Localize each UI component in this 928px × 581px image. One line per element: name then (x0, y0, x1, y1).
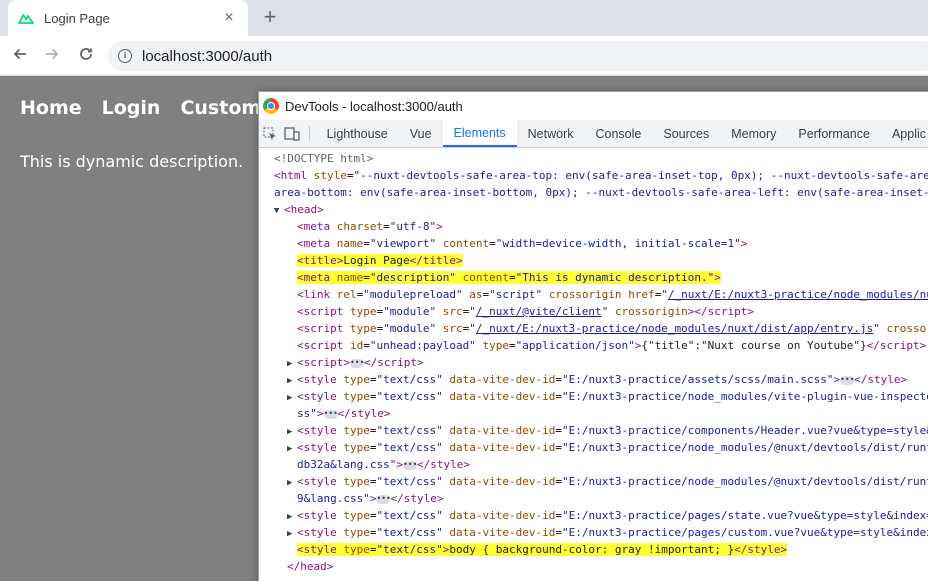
tab-strip: Login Page × + (0, 0, 928, 36)
dom-node-style-devtools-2-cont: 9&lang.css">•••</style> (297, 492, 444, 505)
address-bar[interactable]: i localhost:3000/auth (108, 41, 928, 71)
reload-icon[interactable] (74, 44, 98, 68)
url-text: localhost:3000/auth (142, 47, 273, 65)
dom-node-meta-viewport[interactable]: <meta name="viewport" content="width=dev… (259, 235, 928, 252)
dom-node-html-cont: area-bottom: env(safe-area-inset-bottom,… (274, 186, 928, 199)
dom-node-head[interactable]: ▼ <head> (259, 201, 928, 218)
dom-node-style-state[interactable]: ▶ <style type="text/css" data-vite-dev-id… (259, 507, 928, 524)
tab-title: Login Page (44, 10, 110, 26)
device-toolbar-icon[interactable] (281, 120, 303, 147)
tab-elements[interactable]: Elements (442, 120, 517, 147)
dom-node-meta-charset[interactable]: <meta charset="utf-8"> (259, 218, 928, 235)
close-tab-icon[interactable]: × (220, 9, 238, 27)
dom-node-head-close[interactable]: </head> (259, 558, 928, 575)
dom-node-link[interactable]: <link rel="modulepreload" as="script" cr… (259, 286, 928, 303)
dom-node-style-devtools-2[interactable]: ▶ <style type="text/css" data-vite-dev-id… (259, 473, 928, 490)
tab-performance[interactable]: Performance (787, 120, 881, 147)
browser-tab[interactable]: Login Page × (8, 0, 248, 36)
toolbar-divider (308, 126, 310, 141)
tab-lighthouse[interactable]: Lighthouse (316, 120, 399, 147)
site-nav: Home Login Custom (20, 97, 261, 119)
ellipsis-icon[interactable]: ••• (402, 460, 417, 470)
dom-node-style-devtools-1-cont: db32a&lang.css">•••</style> (297, 458, 470, 471)
dom-node-doctype[interactable]: <!DOCTYPE html> (259, 150, 928, 167)
tab-sources[interactable]: Sources (652, 120, 720, 147)
dom-node-style-inspector[interactable]: ▶ <style type="text/css" data-vite-dev-id… (259, 388, 928, 405)
page-description: This is dynamic description. (20, 152, 244, 171)
dom-node-style-body[interactable]: <style type="text/css">body { background… (259, 541, 928, 558)
browser-toolbar: i localhost:3000/auth (0, 36, 928, 76)
elements-tree: <!DOCTYPE html> <html style="--nuxt-devt… (259, 148, 928, 575)
tab-network[interactable]: Network (517, 120, 585, 147)
forward-arrow-icon[interactable] (40, 44, 64, 68)
site-info-icon[interactable]: i (118, 49, 132, 63)
dom-node-style-inspector-cont: ss">•••</style> (297, 407, 391, 420)
dom-node-script-collapsed[interactable]: ▶ <script>•••</script> (259, 354, 928, 371)
ellipsis-icon[interactable]: ••• (376, 494, 391, 504)
tab-memory[interactable]: Memory (720, 120, 787, 147)
dom-node-style-main[interactable]: ▶ <style type="text/css" data-vite-dev-id… (259, 371, 928, 388)
dom-node-html[interactable]: <html style="--nuxt-devtools-safe-area-t… (259, 167, 928, 184)
back-arrow-icon[interactable] (8, 44, 32, 68)
new-tab-button[interactable]: + (258, 6, 282, 30)
tab-application[interactable]: Applic (881, 120, 928, 147)
dom-node-script-payload[interactable]: <script id="unhead:payload" type="applic… (259, 337, 928, 354)
dom-node-style-header[interactable]: ▶ <style type="text/css" data-vite-dev-id… (259, 422, 928, 439)
chrome-logo-icon (263, 98, 279, 114)
devtools-window: DevTools - localhost:3000/auth Lighthous… (258, 91, 928, 581)
dom-node-script-entry[interactable]: <script type="module" src="/_nuxt/E:/nux… (259, 320, 928, 337)
nav-link-custom[interactable]: Custom (180, 97, 261, 119)
nav-link-home[interactable]: Home (20, 97, 82, 119)
tab-vue[interactable]: Vue (399, 120, 443, 147)
nuxt-logo-icon (18, 14, 34, 24)
devtools-titlebar: DevTools - localhost:3000/auth (259, 92, 928, 120)
dom-node-style-custom[interactable]: ▶ <style type="text/css" data-vite-dev-id… (259, 524, 928, 541)
dom-node-meta-description[interactable]: <meta name="description" content="This i… (259, 269, 928, 286)
tab-console[interactable]: Console (585, 120, 653, 147)
ellipsis-icon[interactable]: ••• (840, 375, 855, 385)
dom-node-script-vite[interactable]: <script type="module" src="/_nuxt/@vite/… (259, 303, 928, 320)
ellipsis-icon[interactable]: ••• (323, 409, 338, 419)
devtools-tabbar: Lighthouse Vue Elements Network Console … (259, 120, 928, 148)
nav-link-login[interactable]: Login (102, 97, 161, 119)
dom-node-title[interactable]: <title>Login Page</title> (259, 252, 928, 269)
ellipsis-icon[interactable]: ••• (349, 358, 364, 368)
inspect-element-icon[interactable] (259, 120, 281, 147)
devtools-title: DevTools - localhost:3000/auth (285, 98, 463, 114)
dom-node-style-devtools-1[interactable]: ▶ <style type="text/css" data-vite-dev-id… (259, 439, 928, 456)
